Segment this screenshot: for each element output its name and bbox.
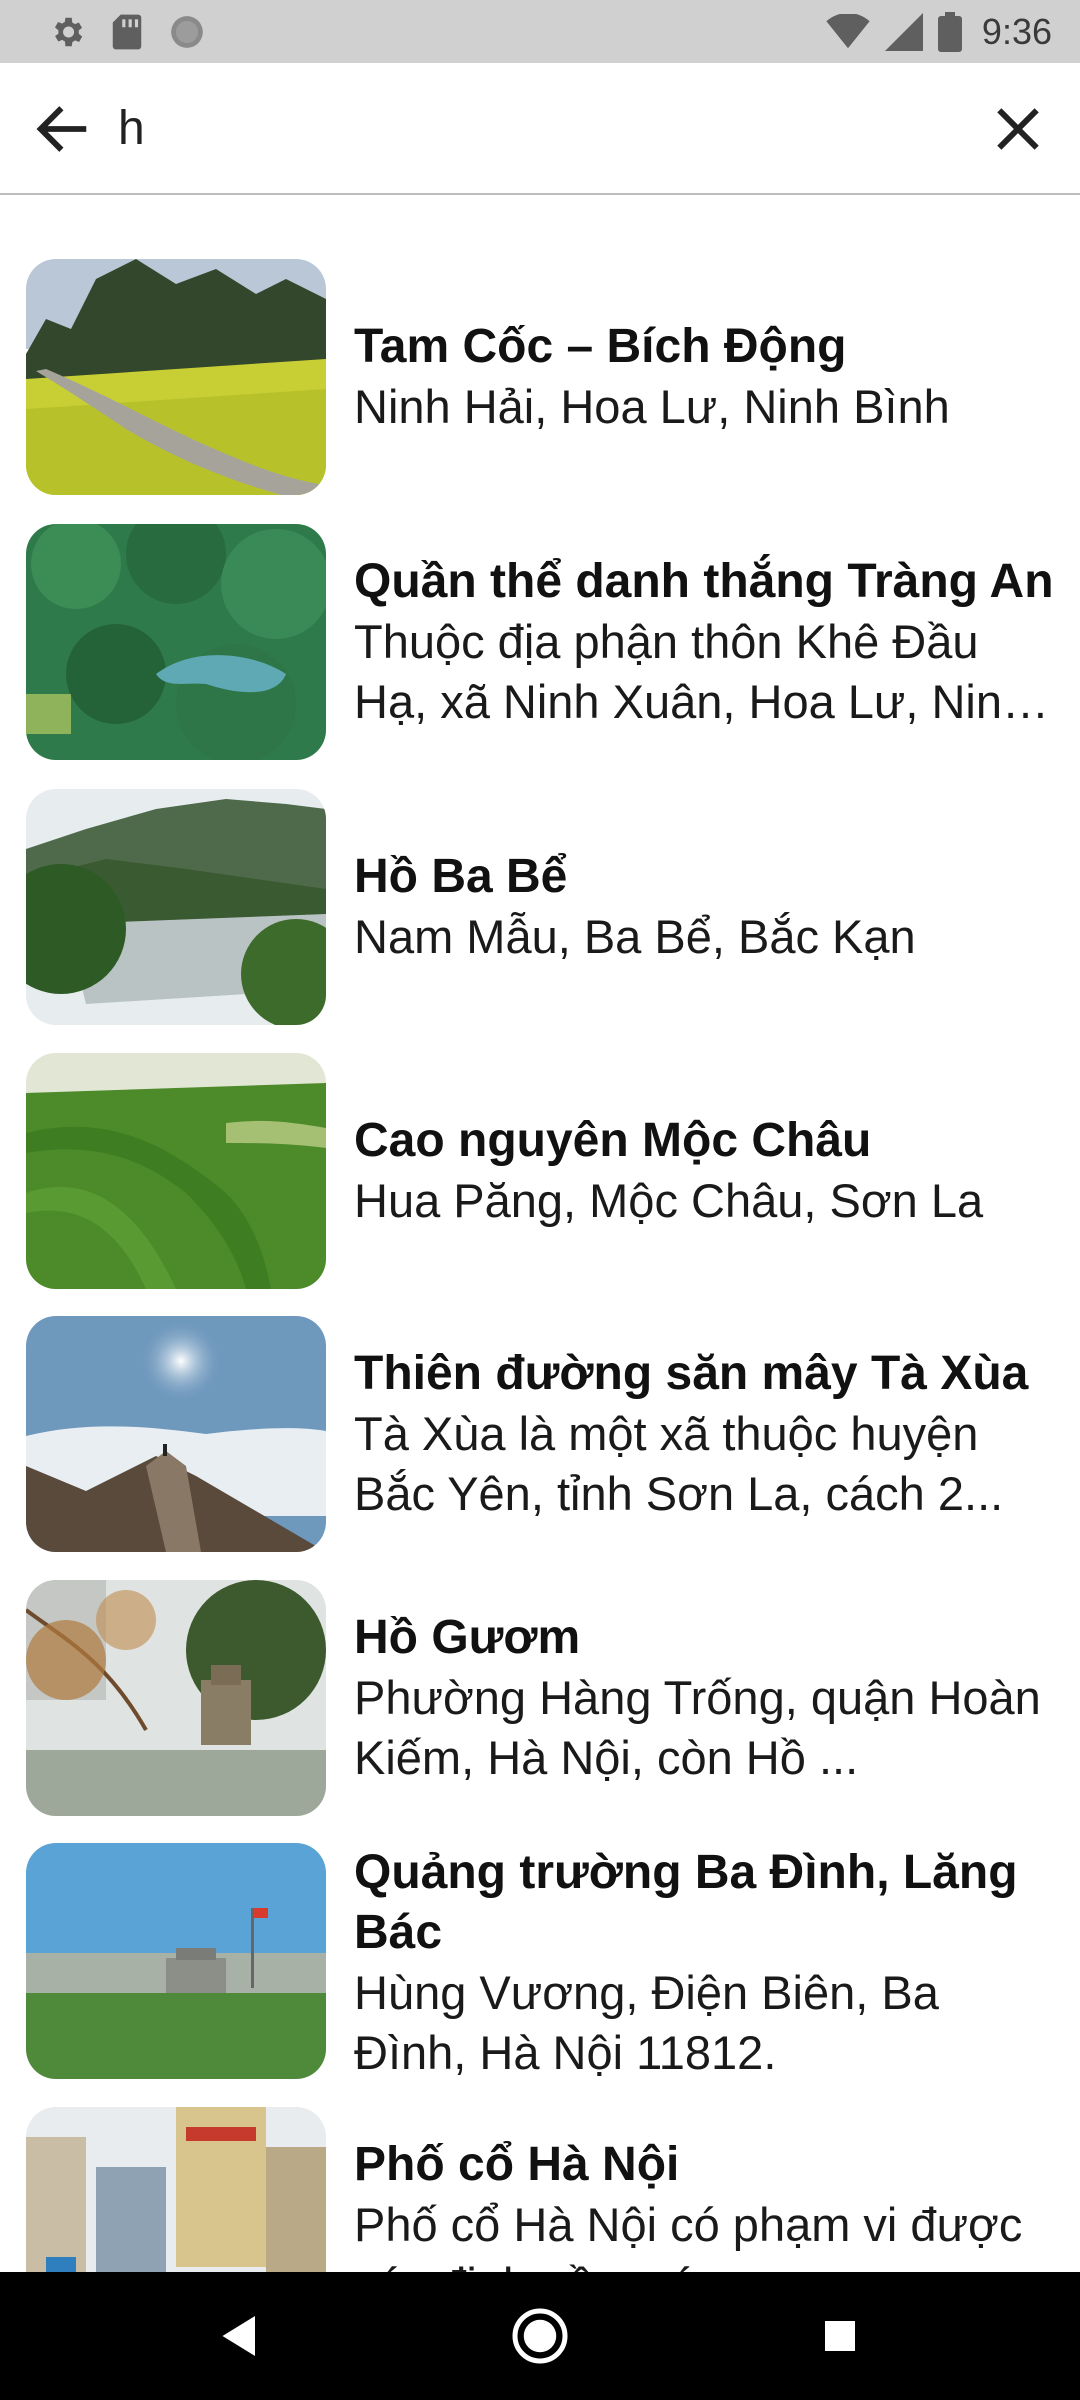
list-item[interactable]: Quần thể danh thắng Tràng An Thuộc địa p… [0, 524, 1080, 760]
item-text: Phố cổ Hà Nội Phố cổ Hà Nội có phạm vi đ… [354, 2107, 1054, 2272]
item-title: Quần thể danh thắng Tràng An [354, 555, 1054, 608]
item-title: Tam Cốc – Bích Động [354, 320, 847, 373]
thumbnail-image [26, 1843, 326, 2079]
list-item[interactable]: Hồ Ba Bể Nam Mẫu, Ba Bể, Bắc Kạn [0, 789, 1080, 1025]
search-bar [0, 63, 1080, 195]
recents-square-icon [825, 2321, 855, 2351]
thumbnail-image [26, 524, 326, 760]
item-text: Hồ Gươm Phường Hàng Trống, quận Hoàn Kiế… [354, 1580, 1054, 1816]
item-title: Cao nguyên Mộc Châu [354, 1114, 872, 1167]
item-title: Quảng trường Ba Đình, Lăng Bác [354, 1846, 1018, 1959]
thumbnail-image [26, 1316, 326, 1552]
status-bar-right: 9:36 [826, 0, 1052, 63]
settings-icon [54, 17, 83, 46]
thumbnail-image [26, 2107, 326, 2272]
wifi-icon [826, 13, 870, 48]
nav-recents-button[interactable] [810, 2306, 870, 2366]
item-subtitle: Tà Xùa là một xã thuộc huyện Bắc Yên, tỉ… [354, 1407, 1004, 1520]
item-subtitle: Ninh Hải, Hoa Lư, Ninh Bình [354, 380, 950, 433]
circle-icon [171, 15, 203, 48]
search-input[interactable] [118, 91, 938, 165]
item-title: Hồ Ba Bể [354, 850, 568, 903]
list-item[interactable]: Phố cổ Hà Nội Phố cổ Hà Nội có phạm vi đ… [0, 2107, 1080, 2272]
item-title: Thiên đường săn mây Tà Xùa [354, 1347, 1029, 1400]
clear-button[interactable] [986, 97, 1050, 161]
item-text: Cao nguyên Mộc Châu Hua Păng, Mộc Châu, … [354, 1053, 1054, 1289]
thumbnail-image [26, 1053, 326, 1289]
item-subtitle: Phường Hàng Trống, quận Hoàn Kiếm, Hà Nộ… [354, 1671, 1041, 1784]
thumbnail-image [26, 1580, 326, 1816]
thumbnail-image [26, 789, 326, 1025]
arrow-left-icon [36, 106, 87, 152]
item-text: Quần thể danh thắng Tràng An Thuộc địa p… [354, 524, 1054, 760]
item-subtitle: Hùng Vương, Điện Biên, Ba Đình, Hà Nội 1… [354, 1966, 939, 2079]
item-subtitle: Nam Mẫu, Ba Bể, Bắc Kạn [354, 910, 916, 963]
signal-icon [884, 12, 923, 51]
list-item[interactable]: Hồ Gươm Phường Hàng Trống, quận Hoàn Kiế… [0, 1580, 1080, 1816]
item-text: Quảng trường Ba Đình, Lăng Bác Hùng Vươn… [354, 1843, 1054, 2079]
item-text: Thiên đường săn mây Tà Xùa Tà Xùa là một… [354, 1316, 1054, 1552]
thumbnail-image [26, 259, 326, 495]
status-time: 9:36 [981, 10, 1052, 52]
item-text: Hồ Ba Bể Nam Mẫu, Ba Bể, Bắc Kạn [354, 789, 1054, 1025]
status-bar: 9:36 [0, 0, 1080, 63]
list-item[interactable]: Tam Cốc – Bích Động Ninh Hải, Hoa Lư, Ni… [0, 259, 1080, 495]
nav-back-button[interactable] [210, 2306, 270, 2366]
item-subtitle: Phố cổ Hà Nội có phạm vi được xác định g… [354, 2198, 1023, 2272]
item-title: Hồ Gươm [354, 1611, 581, 1664]
nav-home-button[interactable] [510, 2306, 570, 2366]
results-list[interactable]: Tam Cốc – Bích Động Ninh Hải, Hoa Lư, Ni… [0, 195, 1080, 2272]
back-triangle-icon [222, 2316, 255, 2356]
item-subtitle: Thuộc địa phận thôn Khê Đầu Hạ, xã Ninh … [354, 615, 1029, 728]
close-icon [997, 108, 1039, 150]
item-subtitle: Hua Păng, Mộc Châu, Sơn La [354, 1174, 984, 1227]
list-item[interactable]: Quảng trường Ba Đình, Lăng Bác Hùng Vươn… [0, 1843, 1080, 2079]
status-bar-left [48, 13, 206, 51]
list-item[interactable]: Thiên đường săn mây Tà Xùa Tà Xùa là một… [0, 1316, 1080, 1552]
list-item[interactable]: Cao nguyên Mộc Châu Hua Păng, Mộc Châu, … [0, 1053, 1080, 1289]
navigation-bar [0, 2272, 1080, 2400]
home-circle-icon [512, 2308, 568, 2364]
item-text: Tam Cốc – Bích Động Ninh Hải, Hoa Lư, Ni… [354, 259, 1054, 495]
item-title: Phố cổ Hà Nội [354, 2138, 680, 2191]
battery-icon [937, 11, 962, 52]
sd-card-icon [112, 14, 142, 49]
back-button[interactable] [30, 97, 94, 161]
